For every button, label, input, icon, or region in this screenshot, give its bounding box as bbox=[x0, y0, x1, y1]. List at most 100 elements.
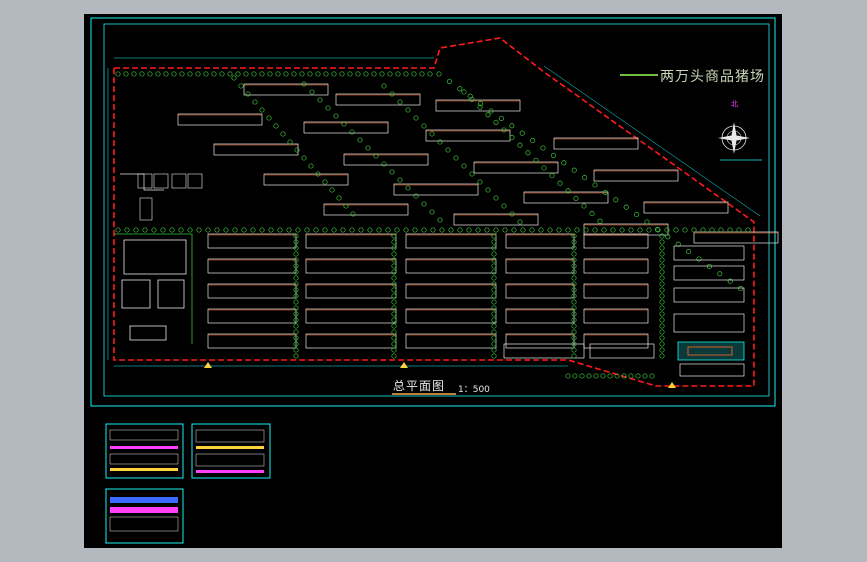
tree-icon bbox=[659, 257, 665, 263]
section-sheet-3 bbox=[105, 488, 184, 544]
tree-icon bbox=[365, 145, 371, 151]
pig-house bbox=[435, 99, 521, 112]
tree-icon bbox=[391, 239, 397, 245]
pig-house bbox=[263, 173, 349, 186]
tree-icon bbox=[565, 227, 571, 233]
tree-icon bbox=[336, 195, 342, 201]
tree-icon bbox=[659, 281, 665, 287]
tree-icon bbox=[363, 71, 369, 77]
tree-icon bbox=[391, 353, 397, 359]
tree-icon bbox=[491, 239, 497, 245]
tree-icon bbox=[259, 227, 265, 233]
tree-icon bbox=[491, 353, 497, 359]
tree-icon bbox=[572, 373, 578, 379]
boiler-room bbox=[129, 325, 167, 341]
tree-icon bbox=[333, 113, 339, 119]
tree-icon bbox=[211, 71, 217, 77]
tree-icon bbox=[131, 71, 137, 77]
tree-icon bbox=[430, 227, 436, 233]
tree-icon bbox=[592, 182, 598, 188]
tree-icon bbox=[267, 71, 273, 77]
tree-icon bbox=[607, 373, 613, 379]
pig-house bbox=[207, 308, 297, 324]
tree-icon bbox=[187, 227, 193, 233]
tree-icon bbox=[529, 227, 535, 233]
tree-icon bbox=[530, 138, 536, 144]
office-4 bbox=[673, 313, 745, 333]
tree-icon bbox=[266, 115, 272, 121]
tree-icon bbox=[286, 227, 292, 233]
tree-icon bbox=[691, 227, 697, 233]
tree-icon bbox=[502, 227, 508, 233]
tree-icon bbox=[391, 335, 397, 341]
tree-icon bbox=[259, 71, 265, 77]
tree-icon bbox=[623, 204, 629, 210]
tree-icon bbox=[600, 373, 606, 379]
tree-icon bbox=[613, 197, 619, 203]
tree-icon bbox=[706, 263, 712, 269]
feed-mill bbox=[123, 239, 187, 275]
north-label: 北 bbox=[731, 100, 738, 108]
tree-icon bbox=[391, 317, 397, 323]
pig-house bbox=[305, 283, 397, 299]
tree-icon bbox=[391, 299, 397, 305]
tree-icon bbox=[391, 305, 397, 311]
tree-icon bbox=[413, 193, 419, 199]
drawing-canvas[interactable]: 两万头商品猪场 北 总平面图 1：500 bbox=[84, 14, 782, 548]
tree-icon bbox=[187, 71, 193, 77]
guard-room bbox=[679, 363, 745, 377]
pig-house bbox=[583, 333, 649, 349]
tree-icon bbox=[299, 71, 305, 77]
tree-icon bbox=[123, 71, 129, 77]
pig-house bbox=[473, 161, 559, 174]
pig-house bbox=[453, 213, 539, 226]
tree-icon bbox=[589, 211, 595, 217]
pig-house bbox=[405, 283, 497, 299]
tree-icon bbox=[659, 311, 665, 317]
elevation-sheet-2 bbox=[191, 423, 271, 479]
tree-icon bbox=[437, 139, 443, 145]
tree-icon bbox=[436, 71, 442, 77]
tree-icon bbox=[358, 227, 364, 233]
tree-icon bbox=[391, 269, 397, 275]
tree-icon bbox=[556, 227, 562, 233]
tree-icon bbox=[493, 119, 499, 125]
tree-icon bbox=[484, 227, 490, 233]
tree-icon bbox=[659, 341, 665, 347]
tree-icon bbox=[635, 373, 641, 379]
tree-icon bbox=[203, 71, 209, 77]
tree-icon bbox=[475, 227, 481, 233]
tree-icon bbox=[659, 347, 665, 353]
tree-icon bbox=[717, 271, 723, 277]
tree-icon bbox=[205, 227, 211, 233]
tree-icon bbox=[323, 71, 329, 77]
tree-icon bbox=[391, 263, 397, 269]
tree-icon bbox=[293, 329, 299, 335]
tree-icon bbox=[491, 335, 497, 341]
tree-icon bbox=[179, 71, 185, 77]
tree-icon bbox=[349, 129, 355, 135]
tree-icon bbox=[391, 233, 397, 239]
tree-icon bbox=[385, 227, 391, 233]
pig-house bbox=[643, 201, 729, 214]
tree-icon bbox=[293, 353, 299, 359]
pig-house bbox=[505, 233, 575, 249]
tree-icon bbox=[646, 227, 652, 233]
pig-house bbox=[583, 233, 649, 249]
tree-icon bbox=[571, 353, 577, 359]
tree-icon bbox=[700, 227, 706, 233]
tree-icon bbox=[673, 227, 679, 233]
tree-icon bbox=[315, 71, 321, 77]
tree-icon bbox=[571, 329, 577, 335]
pig-house bbox=[593, 169, 679, 182]
tree-icon bbox=[637, 227, 643, 233]
pig-house bbox=[323, 203, 409, 216]
tree-icon bbox=[280, 131, 286, 137]
pig-house bbox=[305, 233, 397, 249]
tree-icon bbox=[133, 227, 139, 233]
pig-house bbox=[505, 283, 575, 299]
tree-icon bbox=[389, 169, 395, 175]
tree-icon bbox=[283, 71, 289, 77]
tree-icon bbox=[331, 71, 337, 77]
tree-icon bbox=[664, 227, 670, 233]
